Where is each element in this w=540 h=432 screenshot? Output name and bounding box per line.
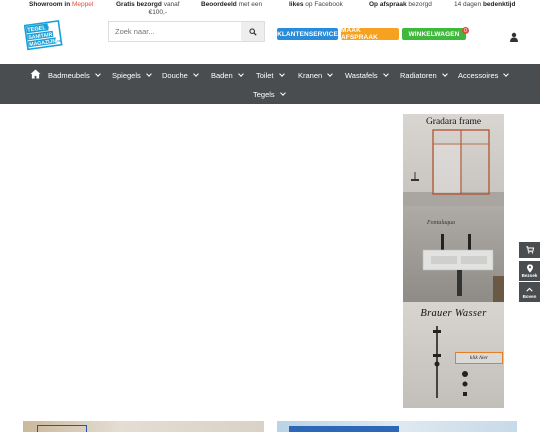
chevron-down-icon [193, 70, 199, 77]
banner-panel-fontalaqua[interactable]: Fontalaqua [403, 206, 504, 302]
nav-label: Accessoires [458, 70, 499, 80]
bottom-right-image[interactable] [277, 421, 517, 432]
nav-item-toilet[interactable]: Toilet [256, 70, 285, 80]
search-box [108, 21, 265, 42]
nav-item-douche[interactable]: Douche [162, 70, 199, 80]
cart-button[interactable]: WINKELWAGEN [402, 28, 466, 40]
side-top-label: Boven [522, 294, 537, 299]
delivery-info: Op afspraak bezorgd [369, 1, 432, 9]
nav-item-kranen[interactable]: Kranen [298, 70, 334, 80]
nav-label: Spiegels [112, 70, 141, 80]
rating-rest: met een [238, 1, 263, 8]
nav-label: Baden [211, 70, 233, 80]
returns-info: 14 dagen bedenktijd [454, 1, 515, 9]
side-cart-button[interactable] [519, 242, 540, 258]
chevron-down-icon [279, 89, 286, 96]
showroom-info: Showroom in Meppel [29, 1, 93, 9]
delivery-bold: Op afspraak [369, 1, 407, 8]
chevron-down-icon [145, 70, 152, 77]
chevron-down-icon [503, 70, 510, 77]
user-icon[interactable] [509, 32, 519, 42]
likes-rest: op Facebook [305, 1, 343, 8]
rating-bold: Beoordeeld [201, 1, 237, 8]
promo-banner[interactable]: Gradara frame Fontalaqua Brauer Wasser k… [403, 114, 504, 408]
chevron-down-icon [278, 70, 285, 77]
nav-label: Tegels [253, 89, 275, 99]
mirror-frame [37, 425, 87, 432]
cart-icon [525, 246, 534, 254]
search-button[interactable] [241, 22, 264, 41]
nav-label: Radiatoren [400, 70, 437, 80]
location-pin-icon [526, 264, 533, 273]
svg-text:.NL: .NL [56, 39, 62, 44]
nav-label: Toilet [256, 70, 274, 80]
bottom-left-image[interactable] [23, 421, 264, 432]
nav-label: Kranen [298, 70, 323, 80]
delivery-rest: bezorgd [408, 1, 432, 8]
nav-label: Wastafels [345, 70, 378, 80]
chevron-down-icon [237, 70, 244, 77]
chevron-down-icon [441, 70, 448, 77]
make-appointment-button[interactable]: MAAK AFSPRAAK [341, 27, 399, 41]
shipping-rest: vanaf [163, 1, 180, 8]
customer-service-button[interactable]: KLANTENSERVICE [277, 28, 338, 40]
main-nav: Badmeubels Spiegels Douche Baden Toilet … [0, 64, 540, 104]
nav-item-badmeubels[interactable]: Badmeubels [48, 70, 101, 80]
likes-bold: likes [289, 1, 304, 8]
returns-bold: bedenktijd [482, 1, 516, 8]
shower-frame-image [403, 129, 504, 206]
side-top-button[interactable]: Boven [519, 282, 540, 302]
facebook-info[interactable]: likes op Facebook [289, 1, 343, 9]
chevron-up-icon [526, 287, 533, 292]
home-icon[interactable] [30, 69, 41, 79]
nav-item-tegels[interactable]: Tegels [253, 89, 286, 99]
chevron-down-icon [94, 70, 101, 77]
search-icon [248, 27, 257, 36]
washbasin-image [403, 206, 504, 302]
search-input[interactable] [109, 22, 242, 41]
banner-cta-button[interactable]: klik hier [455, 352, 503, 364]
promo-strip [289, 426, 399, 432]
shipping-bold: Gratis bezorgd [116, 1, 162, 8]
side-visit-button[interactable]: Bezoek [519, 261, 540, 281]
header: TEGEL EN SANITAIR MAGAZIJN .NL KLANTENSE… [0, 12, 540, 64]
chevron-down-icon [382, 70, 389, 77]
showroom-city-link[interactable]: Meppel [72, 1, 93, 8]
banner-panel-gradara[interactable]: Gradara frame [403, 114, 504, 206]
nav-item-wastafels[interactable]: Wastafels [345, 70, 389, 80]
nav-item-radiatoren[interactable]: Radiatoren [400, 70, 448, 80]
chevron-down-icon [327, 70, 334, 77]
site-logo[interactable]: TEGEL EN SANITAIR MAGAZIJN .NL [23, 17, 64, 51]
nav-label: Douche [162, 70, 188, 80]
logo-graphic: TEGEL EN SANITAIR MAGAZIJN .NL [23, 19, 63, 51]
cart-count-badge: 0 [462, 27, 469, 34]
nav-item-baden[interactable]: Baden [211, 70, 244, 80]
showroom-prefix: Showroom in [29, 1, 71, 8]
returns-prefix: 14 dagen [454, 1, 482, 8]
nav-item-spiegels[interactable]: Spiegels [112, 70, 152, 80]
rating-info: Beoordeeld met een [201, 1, 262, 9]
nav-label: Badmeubels [48, 70, 90, 80]
side-visit-label: Bezoek [521, 273, 538, 278]
nav-item-accessoires[interactable]: Accessoires [458, 70, 510, 80]
